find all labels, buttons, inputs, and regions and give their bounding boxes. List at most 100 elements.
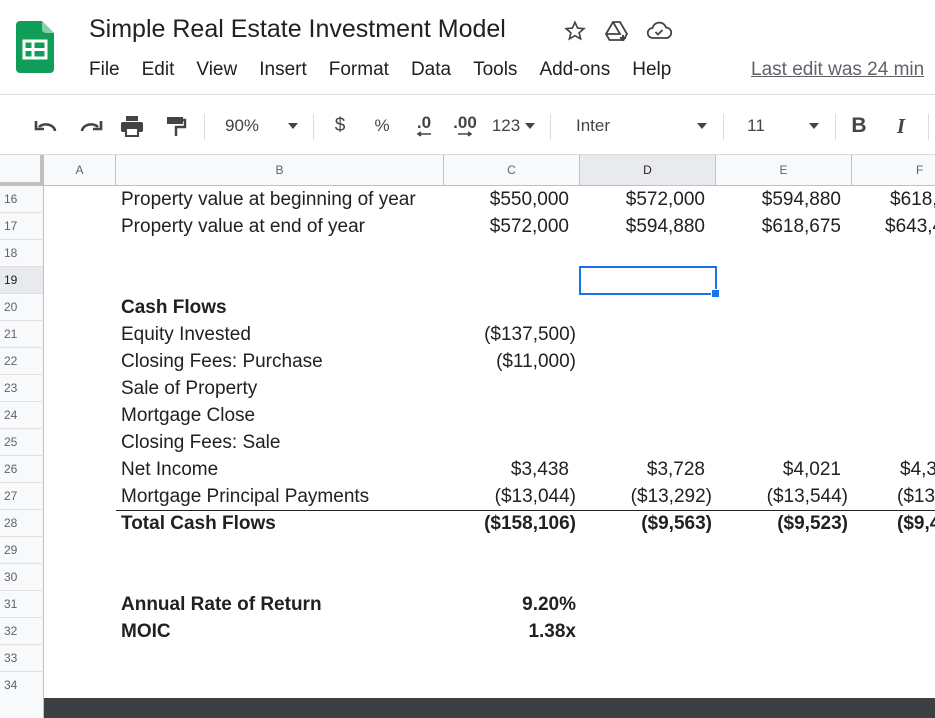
row-header-18[interactable]: 18: [0, 240, 44, 267]
paint-format-icon[interactable]: [160, 110, 192, 142]
row-header-19[interactable]: 19: [0, 267, 44, 294]
cell-f28[interactable]: ($9,470): [897, 510, 935, 537]
cell-c16[interactable]: $550,000: [444, 186, 569, 213]
cloud-saved-icon[interactable]: [646, 18, 672, 44]
cell-b21[interactable]: Equity Invested: [121, 321, 444, 348]
active-cell-selection[interactable]: [579, 266, 717, 295]
cell-d28[interactable]: ($9,563): [580, 510, 712, 537]
cell-e16[interactable]: $594,880: [716, 186, 841, 213]
menu-insert[interactable]: Insert: [248, 57, 318, 83]
redo-icon[interactable]: [75, 110, 107, 142]
menu-help[interactable]: Help: [621, 57, 682, 83]
more-formats-caret-icon[interactable]: [522, 110, 538, 142]
row-header-25[interactable]: 25: [0, 429, 44, 456]
row-header-28[interactable]: 28: [0, 510, 44, 537]
font-size-select[interactable]: 11: [744, 110, 768, 142]
column-header-c[interactable]: C: [444, 155, 580, 186]
cell-e17[interactable]: $618,675: [716, 213, 841, 240]
cell-b31[interactable]: Annual Rate of Return: [121, 591, 444, 618]
cell-f27[interactable]: ($13,801): [897, 483, 935, 510]
cell-d16[interactable]: $572,000: [580, 186, 705, 213]
font-select[interactable]: Inter: [576, 110, 616, 142]
row-header-20[interactable]: 20: [0, 294, 44, 321]
row-header-27[interactable]: 27: [0, 483, 44, 510]
column-header-a[interactable]: A: [44, 155, 116, 186]
cell-f26[interactable]: $4,331: [900, 456, 935, 483]
move-to-drive-icon[interactable]: [604, 18, 630, 44]
cell-c22[interactable]: ($11,000): [444, 348, 576, 375]
cell-e27[interactable]: ($13,544): [716, 483, 848, 510]
cell-b32[interactable]: MOIC: [121, 618, 444, 645]
row-header-29[interactable]: 29: [0, 537, 44, 564]
cell-f17[interactable]: $643,422: [885, 213, 935, 240]
row-header-34[interactable]: 34: [0, 672, 44, 699]
cell-c21[interactable]: ($137,500): [444, 321, 576, 348]
cell-b16[interactable]: Property value at beginning of year: [121, 186, 444, 213]
select-all-corner[interactable]: [0, 155, 44, 186]
decrease-decimal-button[interactable]: .0: [407, 110, 441, 142]
cell-d26[interactable]: $3,728: [580, 456, 705, 483]
italic-button[interactable]: I: [888, 110, 914, 142]
row-header-23[interactable]: 23: [0, 375, 44, 402]
horizontal-scrollbar-area[interactable]: [44, 698, 935, 718]
cell-e28[interactable]: ($9,523): [716, 510, 848, 537]
column-header-b[interactable]: B: [116, 155, 444, 186]
menu-view[interactable]: View: [185, 57, 248, 83]
row-header-33[interactable]: 33: [0, 645, 44, 672]
cell-b24[interactable]: Mortgage Close: [121, 402, 444, 429]
cell-d17[interactable]: $594,880: [580, 213, 705, 240]
column-header-f[interactable]: F: [852, 155, 935, 186]
menu-tools[interactable]: Tools: [462, 57, 528, 83]
undo-icon[interactable]: [30, 110, 62, 142]
last-edit-link[interactable]: Last edit was 24 min: [751, 57, 924, 83]
font-size-caret-icon[interactable]: [806, 110, 822, 142]
cell-d27[interactable]: ($13,292): [580, 483, 712, 510]
menu-add-ons[interactable]: Add-ons: [528, 57, 621, 83]
cell-b27[interactable]: Mortgage Principal Payments: [121, 483, 444, 510]
more-formats-button[interactable]: 123: [489, 110, 523, 142]
row-header-24[interactable]: 24: [0, 402, 44, 429]
row-header-17[interactable]: 17: [0, 213, 44, 240]
format-currency-button[interactable]: $: [328, 110, 352, 142]
cell-c32[interactable]: 1.38x: [444, 618, 576, 645]
column-header-d[interactable]: D: [580, 155, 716, 186]
print-icon[interactable]: [116, 110, 148, 142]
row-header-16[interactable]: 16: [0, 186, 44, 213]
cell-c31[interactable]: 9.20%: [444, 591, 576, 618]
cell-b20[interactable]: Cash Flows: [121, 294, 444, 321]
cell-e26[interactable]: $4,021: [716, 456, 841, 483]
cell-c26[interactable]: $3,438: [444, 456, 569, 483]
cell-b22[interactable]: Closing Fees: Purchase: [121, 348, 444, 375]
cell-b23[interactable]: Sale of Property: [121, 375, 444, 402]
zoom-caret-icon[interactable]: [285, 110, 301, 142]
cell-c27[interactable]: ($13,044): [444, 483, 576, 510]
increase-decimal-button[interactable]: .00: [447, 110, 483, 142]
column-header-e[interactable]: E: [716, 155, 852, 186]
row-header-26[interactable]: 26: [0, 456, 44, 483]
cell-b28[interactable]: Total Cash Flows: [121, 510, 444, 537]
menu-file[interactable]: File: [78, 57, 131, 83]
spreadsheet-grid[interactable]: A B C D E F 16 17 18 19 20 21 22 23 24 2…: [0, 155, 935, 699]
cell-b26[interactable]: Net Income: [121, 456, 444, 483]
cell-b25[interactable]: Closing Fees: Sale: [121, 429, 444, 456]
star-icon[interactable]: [562, 18, 588, 44]
format-percent-button[interactable]: %: [370, 110, 394, 142]
cell-f16[interactable]: $618,675: [890, 186, 935, 213]
row-header-30[interactable]: 30: [0, 564, 44, 591]
zoom-value[interactable]: 90%: [216, 110, 268, 142]
menu-format[interactable]: Format: [318, 57, 400, 83]
menu-data[interactable]: Data: [400, 57, 462, 83]
row-header-32[interactable]: 32: [0, 618, 44, 645]
bold-button[interactable]: B: [846, 110, 872, 142]
cell-c28[interactable]: ($158,106): [444, 510, 576, 537]
google-sheets-logo-icon[interactable]: [16, 21, 54, 73]
cell-b17[interactable]: Property value at end of year: [121, 213, 444, 240]
cell-c17[interactable]: $572,000: [444, 213, 569, 240]
menu-edit[interactable]: Edit: [131, 57, 186, 83]
document-title[interactable]: Simple Real Estate Investment Model: [89, 15, 506, 44]
row-header-21[interactable]: 21: [0, 321, 44, 348]
row-header-22[interactable]: 22: [0, 348, 44, 375]
fill-handle[interactable]: [711, 289, 720, 298]
row-header-31[interactable]: 31: [0, 591, 44, 618]
font-caret-icon[interactable]: [694, 110, 710, 142]
